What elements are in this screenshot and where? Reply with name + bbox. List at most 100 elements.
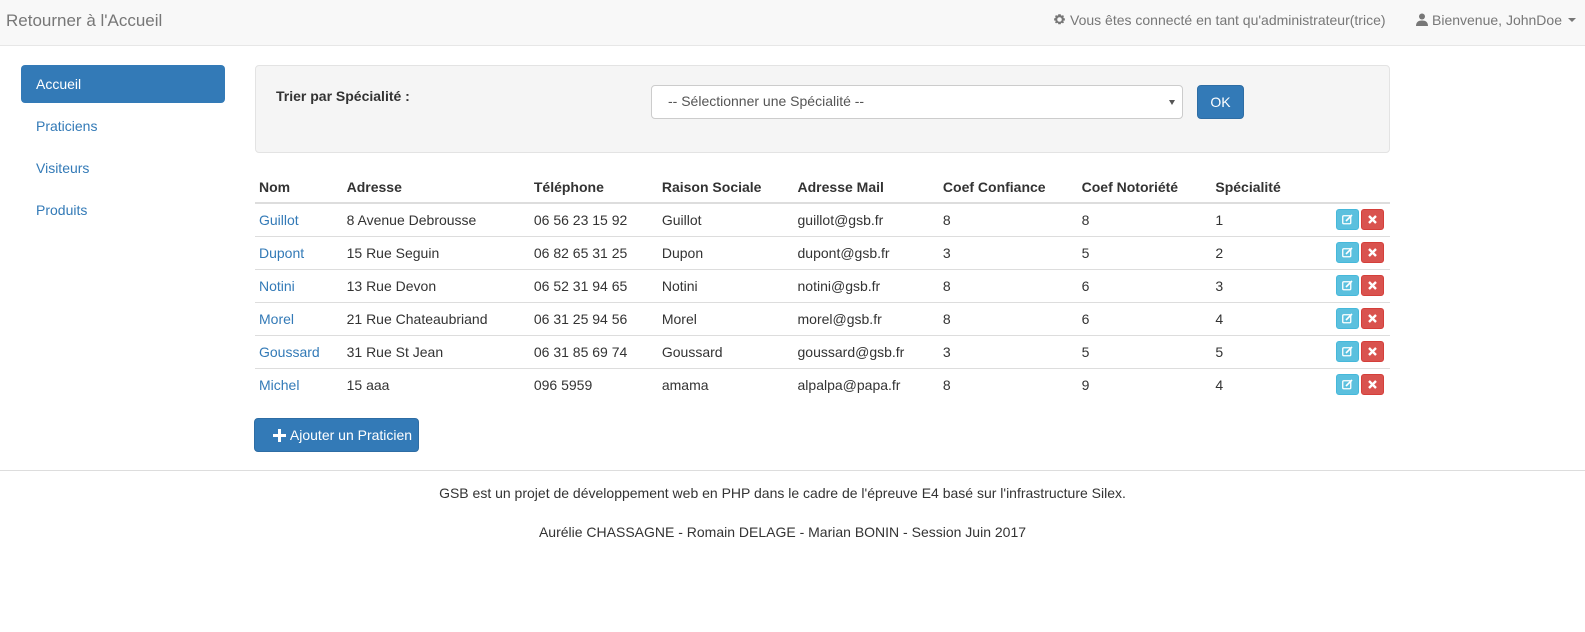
table-cell: 5 bbox=[1077, 235, 1212, 269]
cell-nom: Goussard bbox=[255, 334, 343, 368]
delete-button[interactable] bbox=[1361, 341, 1384, 362]
row-actions bbox=[1306, 367, 1390, 401]
col-header-adresse-mail: Adresse Mail bbox=[793, 171, 939, 204]
add-praticien-button[interactable]: Ajouter un Praticien bbox=[254, 418, 419, 452]
delete-button[interactable] bbox=[1361, 308, 1384, 329]
cell-nom: Dupont bbox=[255, 235, 343, 269]
table-cell: 06 31 85 69 74 bbox=[529, 334, 658, 368]
table-row: Michel 15 aaa 096 5959 amama alpalpa@papa.fr… bbox=[255, 367, 1390, 401]
praticien-name-link[interactable]: Dupont bbox=[259, 245, 304, 261]
table-cell: 3 bbox=[1211, 268, 1306, 302]
table-cell: morel@gsb.fr bbox=[793, 301, 939, 335]
praticien-name-link[interactable]: Morel bbox=[259, 311, 294, 327]
table-cell: 8 bbox=[938, 268, 1078, 302]
specialite-select[interactable]: -- Sélectionner une Spécialité -- bbox=[651, 85, 1183, 119]
footer: GSB est un projet de développement web e… bbox=[0, 470, 1585, 632]
row-actions bbox=[1306, 268, 1390, 302]
home-link[interactable]: Retourner à l'Accueil bbox=[6, 11, 162, 31]
edit-button[interactable] bbox=[1336, 341, 1359, 362]
col-header-actions bbox=[1306, 171, 1390, 204]
gear-icon bbox=[1053, 13, 1066, 29]
table-cell: 4 bbox=[1211, 301, 1306, 335]
row-actions bbox=[1306, 334, 1390, 368]
table-cell: 3 bbox=[938, 235, 1078, 269]
praticien-name-link[interactable]: Guillot bbox=[259, 212, 299, 228]
row-actions bbox=[1306, 203, 1390, 236]
table-header-row: Nom Adresse Téléphone Raison Sociale Adr… bbox=[255, 171, 1390, 204]
admin-status: Vous êtes connecté en tant qu'administra… bbox=[1053, 12, 1386, 29]
col-header-telephone: Téléphone bbox=[529, 171, 658, 204]
footer-description: GSB est un projet de développement web e… bbox=[439, 485, 1126, 501]
cell-nom: Notini bbox=[255, 268, 343, 302]
specialite-select-value: -- Sélectionner une Spécialité -- bbox=[668, 93, 865, 109]
table-cell: Goussard bbox=[657, 334, 794, 368]
top-navbar: Retourner à l'Accueil Vous êtes connecté… bbox=[0, 0, 1585, 46]
table-row: Morel 21 Rue Chateaubriand 06 31 25 94 56 M… bbox=[255, 301, 1390, 335]
table-cell: 6 bbox=[1077, 268, 1212, 302]
table-cell: 8 bbox=[942, 211, 951, 228]
chevron-down-icon bbox=[1568, 18, 1576, 22]
table-cell: 096 5959 bbox=[529, 367, 658, 401]
user-icon bbox=[1416, 13, 1428, 29]
table-cell: 9 bbox=[1077, 367, 1212, 401]
table-cell: Dupon bbox=[657, 235, 794, 269]
table-cell: Guillot bbox=[661, 211, 702, 228]
delete-button[interactable] bbox=[1361, 209, 1384, 231]
table-cell: 6 bbox=[1077, 301, 1212, 335]
table-cell: dupont@gsb.fr bbox=[793, 235, 939, 269]
table-cell: 5 bbox=[1211, 334, 1306, 368]
cell-nom: Michel bbox=[255, 367, 343, 401]
col-header-raison-sociale: Raison Sociale bbox=[657, 171, 794, 204]
filter-label: Trier par Spécialité : bbox=[276, 88, 410, 104]
col-header-coef-notoriete: Coef Notoriété bbox=[1077, 171, 1212, 204]
praticien-name-link[interactable]: Notini bbox=[259, 278, 295, 294]
table-cell: alpalpa@papa.fr bbox=[793, 367, 939, 401]
cell-nom: Guillot bbox=[255, 203, 343, 236]
table-cell: notini@gsb.fr bbox=[793, 268, 939, 302]
table-cell: 1 bbox=[1215, 211, 1224, 228]
sidebar-nav: Accueil Praticiens Visiteurs Produits bbox=[21, 65, 225, 233]
table-cell: 8 Avenue Debrousse bbox=[346, 211, 477, 228]
edit-button[interactable] bbox=[1336, 209, 1359, 231]
sidebar-item-visiteurs[interactable]: Visiteurs bbox=[21, 149, 225, 187]
table-row: Guillot 8 Avenue Debrousse 06 56 23 15 92 G… bbox=[255, 203, 1390, 236]
table-cell: 06 52 31 94 65 bbox=[529, 268, 658, 302]
edit-button[interactable] bbox=[1336, 242, 1359, 263]
table-cell: 3 bbox=[938, 334, 1078, 368]
user-menu[interactable]: Bienvenue, JohnDoe bbox=[1416, 12, 1576, 29]
sidebar-item-praticiens[interactable]: Praticiens bbox=[21, 107, 225, 145]
table-row: Notini 13 Rue Devon 06 52 31 94 65 Notini no… bbox=[255, 268, 1390, 302]
edit-button[interactable] bbox=[1336, 275, 1359, 296]
col-header-specialite: Spécialité bbox=[1211, 171, 1306, 204]
admin-status-text: Vous êtes connecté en tant qu'administra… bbox=[1070, 12, 1386, 28]
table-cell: 13 Rue Devon bbox=[342, 268, 530, 302]
table-cell: 06 82 65 31 25 bbox=[529, 235, 658, 269]
delete-button[interactable] bbox=[1361, 242, 1384, 263]
table-cell: 4 bbox=[1211, 367, 1306, 401]
sidebar-item-produits[interactable]: Produits bbox=[21, 191, 225, 229]
row-actions bbox=[1306, 235, 1390, 269]
col-header-nom: Nom bbox=[255, 171, 343, 204]
table-cell: guillot@gsb.fr bbox=[797, 211, 884, 228]
table-cell: 15 Rue Seguin bbox=[342, 235, 530, 269]
praticien-name-link[interactable]: Goussard bbox=[259, 344, 320, 360]
table-cell: 8 bbox=[938, 367, 1078, 401]
table-cell: 31 Rue St Jean bbox=[342, 334, 530, 368]
table-cell: 06 56 23 15 92 bbox=[533, 211, 628, 228]
cell-nom: Morel bbox=[255, 301, 343, 335]
table-row: Dupont 15 Rue Seguin 06 82 65 31 25 Dupon du… bbox=[255, 235, 1390, 269]
table-cell: Notini bbox=[657, 268, 794, 302]
ok-button[interactable]: OK bbox=[1197, 85, 1244, 119]
table-cell: amama bbox=[657, 367, 794, 401]
table-cell: 06 31 25 94 56 bbox=[529, 301, 658, 335]
delete-button[interactable] bbox=[1361, 374, 1384, 396]
user-menu-label: Bienvenue, JohnDoe bbox=[1432, 12, 1562, 28]
edit-button[interactable] bbox=[1336, 308, 1359, 329]
sidebar-item-accueil[interactable]: Accueil bbox=[21, 65, 225, 103]
table-row: Goussard 31 Rue St Jean 06 31 85 69 74 Gous… bbox=[255, 334, 1390, 368]
praticien-name-link[interactable]: Michel bbox=[259, 377, 299, 393]
delete-button[interactable] bbox=[1361, 275, 1384, 296]
table-cell: Morel bbox=[657, 301, 794, 335]
table-cell: goussard@gsb.fr bbox=[793, 334, 939, 368]
edit-button[interactable] bbox=[1336, 374, 1359, 396]
